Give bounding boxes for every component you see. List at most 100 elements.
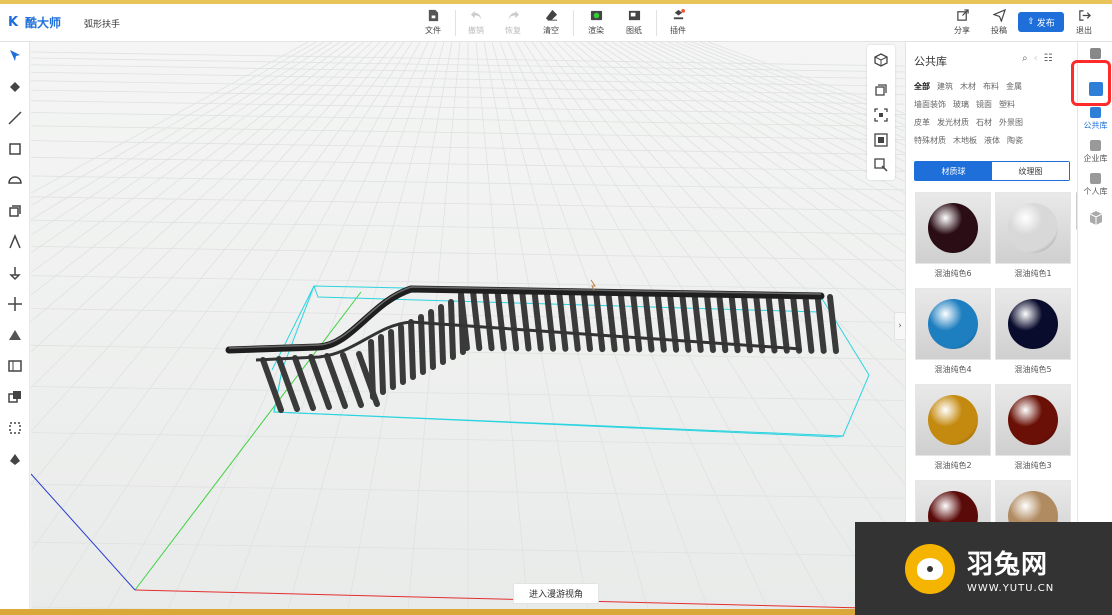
plugin-button[interactable]: 插件 (661, 9, 695, 39)
undo-icon (470, 10, 481, 21)
material-item[interactable]: 混油纯色5 (995, 288, 1071, 375)
zoom-fit-icon[interactable] (874, 108, 888, 122)
move-tool-icon[interactable] (7, 296, 23, 312)
category-item[interactable]: 塑料 (999, 99, 1015, 117)
share-button[interactable]: 分享 (945, 9, 979, 39)
list-view-icon[interactable]: ☷ (1044, 53, 1053, 64)
render-button[interactable]: 渲染 (579, 9, 613, 39)
category-item[interactable]: 金属 (1006, 81, 1022, 99)
category-item[interactable]: 发光材质 (937, 117, 969, 135)
baluster (408, 319, 416, 380)
category-item[interactable]: 布料 (983, 81, 999, 99)
baluster (398, 324, 406, 385)
search-icon[interactable]: ⌕ (1022, 53, 1028, 64)
category-item[interactable]: 陶瓷 (1007, 135, 1023, 153)
file-button[interactable]: 文件 (416, 9, 450, 39)
scene-settings-tab[interactable] (1078, 48, 1112, 59)
paper-plane-icon (992, 9, 1006, 22)
baluster (368, 339, 376, 400)
zoom-window-icon[interactable] (874, 133, 888, 147)
baluster (438, 304, 446, 365)
logo-k-icon: K (8, 14, 19, 30)
enter-roam-view-button[interactable]: 进入漫游视角 (513, 583, 599, 604)
rectangle-tool-icon[interactable] (7, 141, 23, 157)
tab-material-ball[interactable]: 材质球 (915, 162, 992, 180)
category-item[interactable]: 液体 (984, 135, 1000, 153)
undo-button[interactable]: 撤销 (459, 9, 493, 39)
section-tool-icon[interactable] (7, 327, 23, 343)
zoom-search-icon[interactable] (874, 158, 888, 172)
drawing-button[interactable]: 图纸 (617, 9, 651, 39)
material-item[interactable]: 混油纯色6 (915, 192, 991, 279)
material-item[interactable]: 混油纯色1 (995, 192, 1071, 279)
clear-button[interactable]: 清空 (534, 9, 568, 39)
material-thumbnail (995, 192, 1071, 264)
material-sphere (1008, 395, 1058, 445)
material-thumbnail (995, 288, 1071, 360)
tab-enterprise-library[interactable]: 企业库 (1078, 140, 1112, 164)
category-item[interactable]: 特殊材质 (914, 135, 946, 153)
render-icon (590, 10, 602, 21)
app-logo[interactable]: K 酷大师 (8, 14, 61, 31)
submit-button[interactable]: 投稿 (982, 9, 1016, 39)
category-item[interactable]: 墙面装饰 (914, 99, 946, 117)
tab-personal-library[interactable]: 个人库 (1078, 173, 1112, 197)
category-item[interactable]: 建筑 (937, 81, 953, 99)
category-item[interactable]: 镜面 (976, 99, 992, 117)
tab-texture[interactable]: 纹理图 (992, 162, 1069, 180)
left-tool-strip (0, 42, 30, 609)
material-sphere (1008, 203, 1058, 253)
highlight-annotation-box (1071, 60, 1111, 106)
plugin-icon (673, 9, 685, 20)
select-arrow-icon[interactable] (7, 48, 23, 64)
category-item[interactable]: 木材 (960, 81, 976, 99)
category-item[interactable]: 玻璃 (953, 99, 969, 117)
material-item[interactable]: 混油纯色2 (915, 384, 991, 471)
array-tool-icon[interactable] (7, 358, 23, 374)
material-name: 混油纯色6 (934, 269, 972, 278)
category-list: 全部 建筑 木材 布料 金属 墙面装饰 玻璃 镜面 塑料 皮革 发光材质 石材 … (914, 81, 1074, 153)
follow-me-icon[interactable] (7, 234, 23, 250)
perspective-cube-icon[interactable] (874, 53, 888, 67)
category-item[interactable]: 皮革 (914, 117, 930, 135)
category-item[interactable]: 全部 (914, 81, 930, 99)
material-sphere (1008, 299, 1058, 349)
3d-viewport[interactable] (31, 42, 905, 609)
3d-scene-canvas[interactable] (31, 42, 905, 609)
standard-views-icon[interactable] (874, 83, 888, 97)
material-thumbnail (915, 192, 991, 264)
toolbar-divider (455, 10, 456, 36)
category-item[interactable]: 外景图 (999, 117, 1023, 135)
library-view-tabs: 材质球 纹理图 (914, 161, 1070, 181)
document-title[interactable]: 弧形扶手 (84, 17, 120, 30)
exit-button[interactable]: 退出 (1067, 9, 1101, 39)
redo-icon (508, 10, 519, 21)
chevron-right-icon: › (898, 321, 902, 331)
library-title: 公共库 (914, 55, 947, 68)
material-item[interactable]: 混油纯色3 (995, 384, 1071, 471)
drawing-icon (628, 10, 640, 21)
eraser-icon (545, 9, 557, 21)
toolbar-divider (656, 10, 657, 36)
offset-tool-icon[interactable] (7, 265, 23, 281)
redo-button[interactable]: 恢复 (496, 9, 530, 39)
tab-public-library[interactable]: 公共库 (1078, 107, 1112, 131)
line-tool-icon[interactable] (7, 110, 23, 126)
paint-bucket-icon[interactable] (7, 79, 23, 95)
arc-tool-icon[interactable] (7, 172, 23, 188)
watermark-badge: 羽兔网 WWW.YUTU.CN (855, 522, 1112, 615)
view-tools-panel (867, 45, 895, 180)
publish-button[interactable]: ⇧ 发布 (1018, 12, 1064, 32)
model-library-tab[interactable] (1078, 210, 1112, 226)
category-item[interactable]: 木地板 (953, 135, 977, 153)
category-item[interactable]: 石材 (976, 117, 992, 135)
material-name: 混油纯色3 (1014, 461, 1052, 470)
chevron-left-icon[interactable]: ‹ (1034, 53, 1038, 64)
push-pull-icon[interactable] (7, 203, 23, 219)
toolbar-divider (573, 10, 574, 36)
scale-tool-icon[interactable] (7, 420, 23, 436)
measure-tool-icon[interactable] (7, 451, 23, 467)
component-tool-icon[interactable] (7, 389, 23, 405)
material-item[interactable]: 混油纯色4 (915, 288, 991, 375)
cube-icon (1089, 211, 1102, 225)
